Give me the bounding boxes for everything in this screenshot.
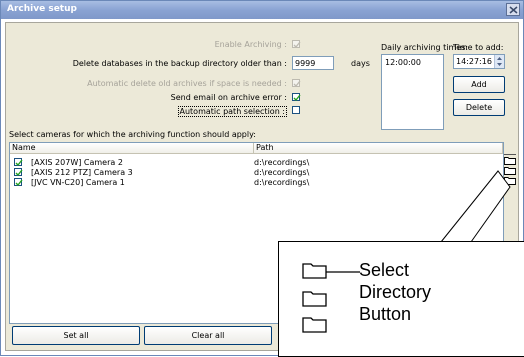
callout-leader-line bbox=[326, 271, 360, 273]
callout-line-3: Button bbox=[359, 304, 412, 324]
archive-setup-dialog: Archive setup Enable Archiving : Delete … bbox=[0, 0, 524, 357]
callout-line-1: Select bbox=[359, 260, 410, 280]
callout-line-2: Directory bbox=[359, 282, 432, 302]
